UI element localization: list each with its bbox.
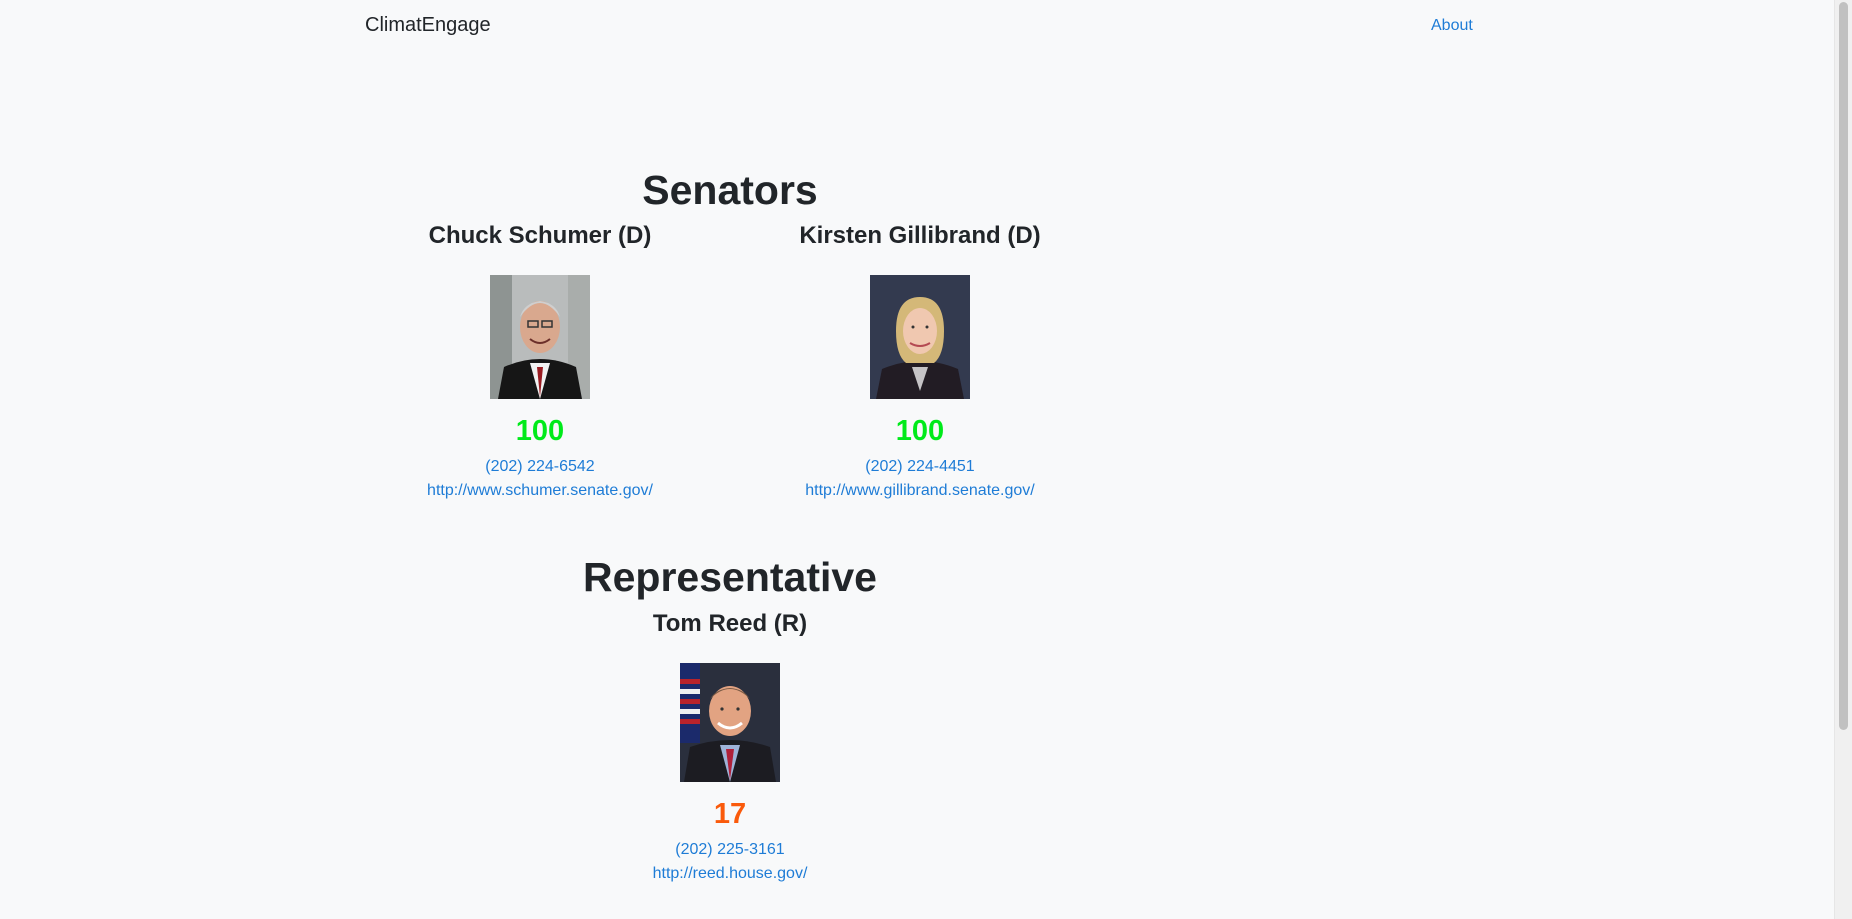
member-phone-link[interactable]: (202) 224-4451 [760,455,1080,479]
representative-heading: Representative [583,554,877,600]
member-photo [490,275,590,399]
member-score: 100 [895,415,945,447]
nav-about-link[interactable]: About [1431,17,1473,35]
member-photo [870,275,970,399]
member-phone-link[interactable]: (202) 225-3161 [570,838,890,862]
member-name: Kirsten Gillibrand (D) [799,222,1041,249]
member-name: Tom Reed (R) [652,610,808,637]
member-website-link[interactable]: http://www.gillibrand.senate.gov/ [760,479,1080,503]
senators-heading: Senators [642,167,818,213]
representative-card-reed: Tom Reed (R) 17 (202) 225-3161 http://re… [570,609,890,886]
senator-card-gillibrand: Kirsten Gillibrand (D) 100 (202) 224-445… [760,221,1080,503]
member-photo [680,663,780,782]
member-website-link[interactable]: http://reed.house.gov/ [570,862,890,886]
member-score: 17 [713,798,747,830]
member-name: Chuck Schumer (D) [428,222,652,249]
scrollbar-thumb[interactable] [1839,2,1848,730]
member-website-link[interactable]: http://www.schumer.senate.gov/ [380,479,700,503]
vertical-scrollbar[interactable] [1834,0,1852,919]
navbar: ClimatEngage About [0,0,1834,54]
brand-link[interactable]: ClimatEngage [365,14,491,37]
senator-card-schumer: Chuck Schumer (D) 100 (202) 224-6542 htt… [380,221,700,503]
member-phone-link[interactable]: (202) 224-6542 [380,455,700,479]
member-score: 100 [515,415,565,447]
